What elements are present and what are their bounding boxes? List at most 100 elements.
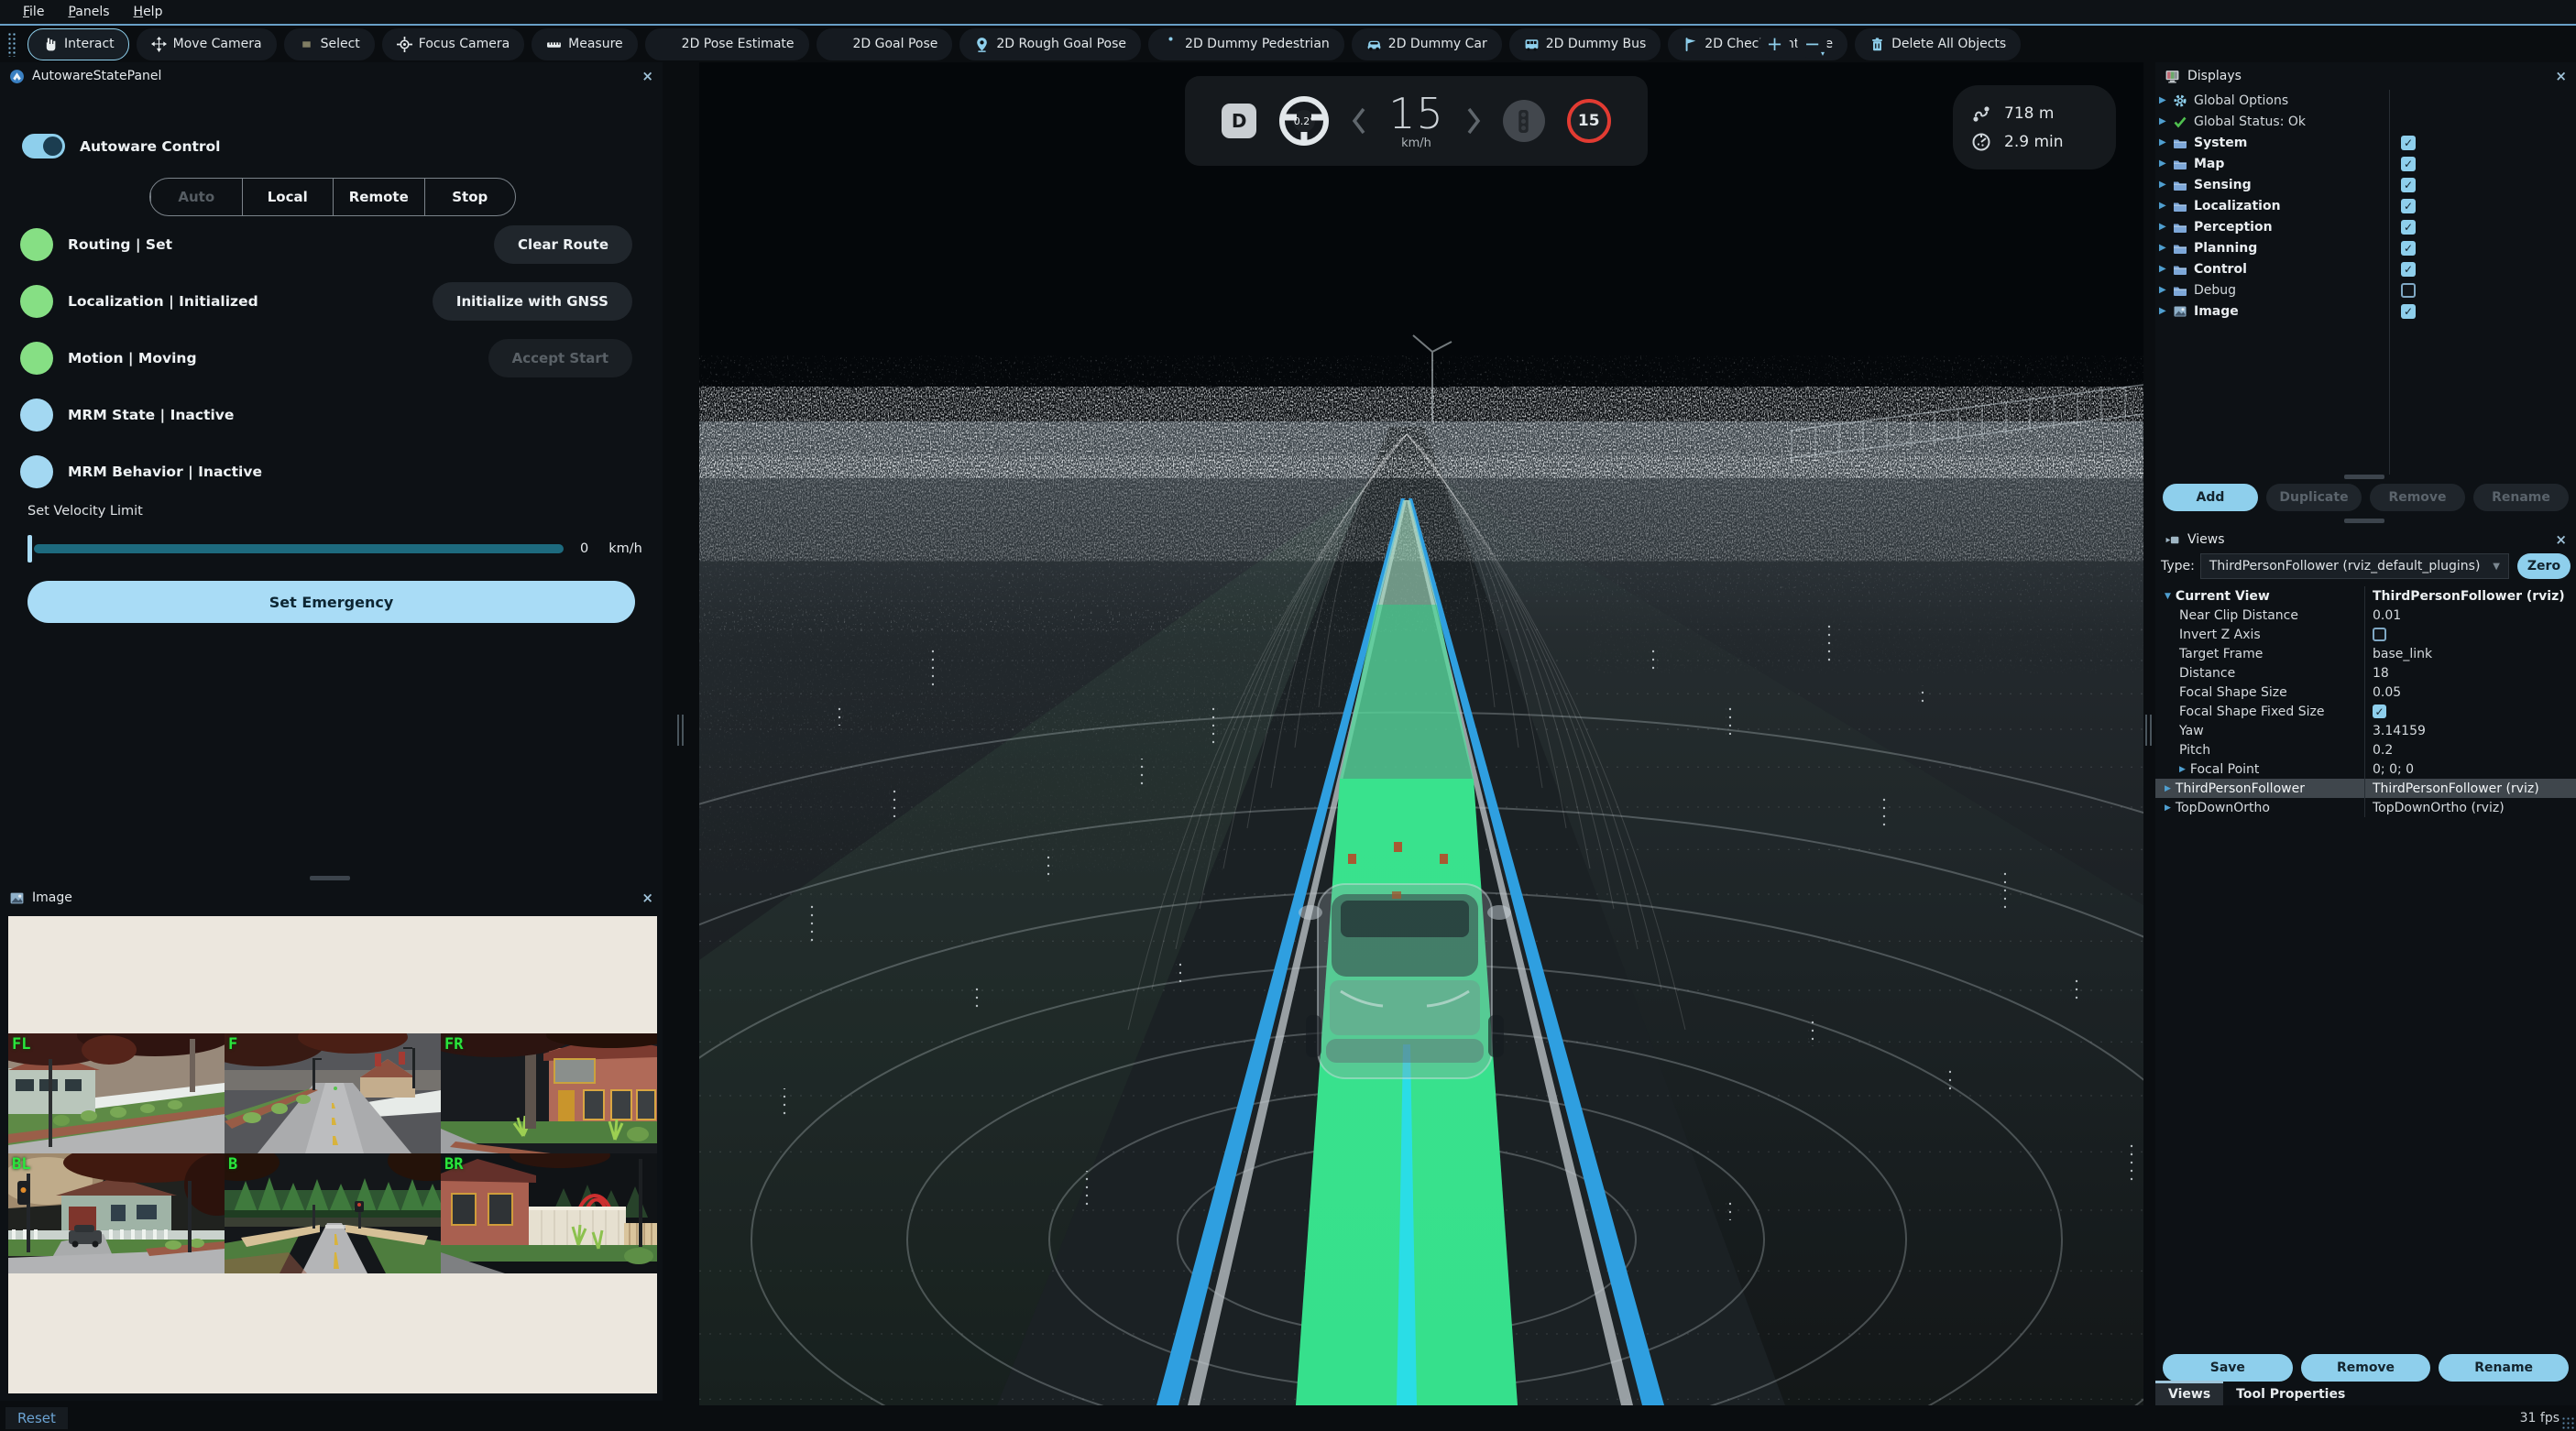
viewport-right-splitter[interactable] xyxy=(2145,715,2153,746)
menu-help[interactable]: Help xyxy=(122,4,175,20)
toolbar-tool-button[interactable]: Measure xyxy=(532,28,638,60)
expand-arrow-icon[interactable]: ▶ xyxy=(2159,201,2173,211)
toolbar-tool-button[interactable]: Select xyxy=(284,28,375,60)
display-enabled-checkbox[interactable] xyxy=(2401,304,2416,319)
display-row[interactable]: ▶ Map xyxy=(2155,153,2576,174)
display-enabled-checkbox[interactable] xyxy=(2401,241,2416,256)
display-enabled-checkbox[interactable] xyxy=(2401,136,2416,150)
display-enabled-checkbox[interactable] xyxy=(2401,262,2416,277)
expand-arrow-icon[interactable]: ▶ xyxy=(2159,180,2173,190)
view-property-row[interactable]: ▼ ▶ Pitch 0.2 xyxy=(2155,740,2576,759)
toolbar-tool-button[interactable]: 2D Dummy Pedestrian xyxy=(1148,28,1344,60)
display-row[interactable]: ▶ Control xyxy=(2155,258,2576,279)
view-property-row[interactable]: ▼ ▶ Distance 18 xyxy=(2155,663,2576,683)
display-enabled-checkbox[interactable] xyxy=(2401,199,2416,213)
expand-arrow-icon[interactable]: ▶ xyxy=(2159,264,2173,274)
display-row[interactable]: ▶ Global Options xyxy=(2155,90,2576,111)
toolbar-drag-handle-icon[interactable] xyxy=(7,32,17,57)
view-property-row[interactable]: ▼ ▶ Invert Z Axis xyxy=(2155,625,2576,644)
view-property-row[interactable]: ▼ ▶ Focal Shape Fixed Size xyxy=(2155,702,2576,721)
expand-arrow-icon[interactable]: ▶ xyxy=(2159,158,2173,169)
views-action-button[interactable]: Remove xyxy=(2301,1354,2431,1382)
views-action-button[interactable]: Save xyxy=(2163,1354,2293,1382)
chevron-right-icon[interactable] xyxy=(1466,107,1481,135)
operation-mode-button[interactable]: Auto xyxy=(150,179,242,215)
display-enabled-checkbox[interactable] xyxy=(2401,157,2416,171)
close-icon[interactable]: × xyxy=(2555,68,2567,84)
expand-arrow-icon[interactable]: ▶ xyxy=(2159,243,2173,253)
display-enabled-checkbox[interactable] xyxy=(2401,178,2416,192)
expand-arrow-icon[interactable]: ▶ xyxy=(2159,137,2173,147)
display-row[interactable]: ▶ Image xyxy=(2155,300,2576,322)
resize-grip-icon[interactable] xyxy=(2561,1416,2574,1429)
expand-arrow-icon[interactable]: ▶ xyxy=(2159,285,2173,295)
add-tool-button[interactable]: + xyxy=(1759,28,1790,59)
property-checkbox[interactable] xyxy=(2373,705,2386,718)
collapse-arrow-icon[interactable]: ▼ xyxy=(2165,592,2171,601)
expand-arrow-icon[interactable]: ▶ xyxy=(2165,784,2171,793)
expand-arrow-icon[interactable]: ▶ xyxy=(2159,222,2173,232)
view-property-row[interactable]: ▼ ▶ Near Clip Distance 0.01 xyxy=(2155,606,2576,625)
zero-button[interactable]: Zero xyxy=(2517,553,2571,579)
view-property-row[interactable]: ▼ ▶ Focal Shape Size 0.05 xyxy=(2155,683,2576,702)
remove-tool-button[interactable]: − ▾ xyxy=(1797,28,1827,59)
toolbar-tool-button[interactable]: 2D Goal Pose xyxy=(817,28,953,60)
display-row[interactable]: ▶ Sensing xyxy=(2155,174,2576,195)
status-action-button[interactable]: Accept Start xyxy=(488,339,632,377)
viewport-left-splitter[interactable] xyxy=(677,715,685,746)
set-emergency-button[interactable]: Set Emergency xyxy=(27,581,635,623)
expand-arrow-icon[interactable]: ▶ xyxy=(2165,803,2171,813)
display-row[interactable]: ▶ Perception xyxy=(2155,216,2576,237)
view-type-dropdown[interactable]: ThirdPersonFollower (rviz_default_plugin… xyxy=(2200,553,2509,579)
view-property-row[interactable]: ▼ ▶ Current View ThirdPersonFollower (rv… xyxy=(2155,586,2576,606)
displays-action-button[interactable]: Remove xyxy=(2370,484,2465,511)
velocity-slider-handle[interactable] xyxy=(27,535,32,563)
toolbar-tool-button[interactable]: Delete All Objects xyxy=(1855,28,2021,60)
displays-action-button[interactable]: Rename xyxy=(2473,484,2569,511)
dock-splitter-handle[interactable] xyxy=(2344,519,2384,523)
toolbar-tool-button[interactable]: 2D Pose Estimate xyxy=(645,28,809,60)
expand-arrow-icon[interactable]: ▶ xyxy=(2179,765,2186,774)
dock-tab[interactable]: Views xyxy=(2155,1381,2223,1405)
close-icon[interactable]: × xyxy=(641,68,653,84)
displays-action-button[interactable]: Add xyxy=(2163,484,2258,511)
panel-splitter-handle[interactable] xyxy=(310,876,350,880)
reset-button[interactable]: Reset xyxy=(5,1407,68,1429)
expand-arrow-icon[interactable]: ▶ xyxy=(2159,306,2173,316)
toolbar-tool-button[interactable]: 2D Dummy Bus xyxy=(1509,28,1661,60)
status-action-button[interactable]: Initialize with GNSS xyxy=(433,282,632,321)
expand-arrow-icon[interactable]: ▶ xyxy=(2159,95,2173,105)
toolbar-tool-button[interactable]: Move Camera xyxy=(137,28,277,60)
toolbar-tool-button[interactable]: Interact xyxy=(27,28,129,60)
display-row[interactable]: ▶ System xyxy=(2155,132,2576,153)
display-row[interactable]: ▶ Planning xyxy=(2155,237,2576,258)
display-row[interactable]: ▶ Localization xyxy=(2155,195,2576,216)
property-checkbox[interactable] xyxy=(2373,628,2386,641)
autoware-control-toggle[interactable] xyxy=(22,134,65,158)
display-enabled-checkbox[interactable] xyxy=(2401,220,2416,235)
toolbar-tool-button[interactable]: Focus Camera xyxy=(382,28,524,60)
expand-arrow-icon[interactable]: ▶ xyxy=(2159,116,2173,126)
menu-panels[interactable]: Panels xyxy=(56,4,121,20)
displays-action-button[interactable]: Duplicate xyxy=(2266,484,2362,511)
close-icon[interactable]: × xyxy=(2555,531,2567,548)
view-property-row[interactable]: ▼ ▶ Target Frame base_link xyxy=(2155,644,2576,663)
render-viewport[interactable]: D 0.2° 15 km/h 15 xyxy=(699,62,2143,1405)
dock-splitter-handle[interactable] xyxy=(2344,475,2384,479)
operation-mode-button[interactable]: Remote xyxy=(333,179,424,215)
chevron-left-icon[interactable] xyxy=(1352,107,1366,135)
display-enabled-checkbox[interactable] xyxy=(2401,283,2416,298)
lidar-scene[interactable] xyxy=(699,62,2143,1405)
display-row[interactable]: ▶ Debug xyxy=(2155,279,2576,300)
status-action-button[interactable]: Clear Route xyxy=(494,225,632,264)
velocity-slider-track[interactable] xyxy=(34,544,564,553)
close-icon[interactable]: × xyxy=(641,890,653,906)
view-property-row[interactable]: ▼ ▶ TopDownOrtho TopDownOrtho (rviz) xyxy=(2155,798,2576,817)
operation-mode-button[interactable]: Local xyxy=(242,179,334,215)
operation-mode-button[interactable]: Stop xyxy=(424,179,516,215)
toolbar-tool-button[interactable]: 2D Dummy Car xyxy=(1352,28,1502,60)
view-property-row[interactable]: ▼ ▶ ThirdPersonFollower ThirdPersonFollo… xyxy=(2155,779,2576,798)
toolbar-tool-button[interactable]: 2D Rough Goal Pose xyxy=(959,28,1141,60)
view-property-row[interactable]: ▼ ▶ Focal Point 0; 0; 0 xyxy=(2155,759,2576,779)
display-row[interactable]: ▶ Global Status: Ok xyxy=(2155,111,2576,132)
